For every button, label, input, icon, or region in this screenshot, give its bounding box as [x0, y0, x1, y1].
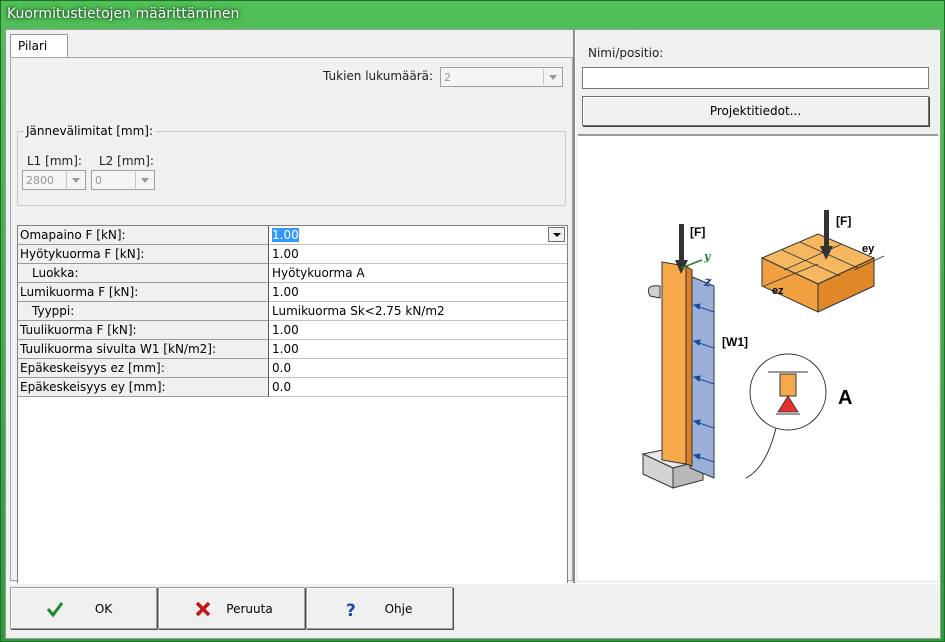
ez-label: ez — [772, 285, 784, 297]
grid-row-name: Lumikuorma F [kN]: — [18, 283, 269, 302]
button-bar: OK Peruuta ? Ohje — [6, 583, 940, 638]
grid-row-value[interactable]: Lumikuorma Sk<2.75 kN/m2 — [271, 302, 567, 321]
chevron-down-icon — [66, 172, 84, 188]
grid-row-value[interactable]: 1.00 — [271, 283, 567, 302]
grid-row-name: Tuulikuorma F [kN]: — [18, 321, 269, 340]
grid-row-value[interactable]: 1.00 — [271, 245, 567, 264]
grid-row-value[interactable]: 1.00 — [271, 340, 567, 359]
supports-label: Tukien lukumäärä: — [323, 69, 434, 83]
ey-label: ey — [862, 243, 875, 255]
grid-row[interactable]: Epäkeskeisyys ez [mm]: 0.0 — [18, 359, 567, 378]
window-title: Kuormitustietojen määrittäminen — [7, 6, 240, 22]
help-label: Ohje — [384, 602, 413, 616]
ok-button[interactable]: OK — [10, 587, 157, 629]
grid-row-name: Epäkeskeisyys ez [mm]: — [18, 359, 269, 378]
grid-row-name: Omapaino F [kN]: — [18, 226, 269, 245]
grid-row-value[interactable]: 1.00 — [271, 226, 567, 245]
name-label: Nimi/positio: — [588, 46, 664, 60]
dialog-window: Kuormitustietojen määrittäminen Pilari T… — [0, 0, 945, 642]
grid-row[interactable]: Tuulikuorma sivulta W1 [kN/m2]: 1.00 — [18, 340, 567, 359]
title-bar[interactable]: Kuormitustietojen määrittäminen — [1, 1, 944, 29]
wind-label: [W1] — [722, 335, 748, 349]
l1-select[interactable]: 2800 — [22, 170, 86, 190]
chevron-down-icon — [135, 172, 153, 188]
detail-a-label: A — [838, 387, 852, 409]
grid-row-name: Tuulikuorma sivulta W1 [kN/m2]: — [18, 340, 269, 359]
grid-row[interactable]: Omapaino F [kN]: 1.00 — [18, 226, 567, 245]
l1-label: L1 [mm]: — [27, 154, 82, 168]
selected-value[interactable]: 1.00 — [272, 228, 299, 242]
span-group-title: Jännevälimitat [mm]: — [24, 124, 155, 138]
column-illustration: [F] y z [W1] [F] ey ez A — [641, 210, 885, 489]
grid-row-value[interactable]: 0.0 — [271, 378, 567, 397]
dialog-client: Pilari Tukien lukumäärä: 2 Jännevälimita… — [5, 29, 941, 639]
axis-y-label: y — [703, 250, 712, 263]
help-button[interactable]: ? Ohje — [306, 587, 453, 629]
l2-value: 0 — [95, 174, 102, 187]
supports-value: 2 — [444, 71, 451, 84]
axis-z-label: z — [703, 275, 712, 290]
load-diagram: [F] y z [W1] [F] ey ez A — [578, 134, 938, 580]
grid-row-name: Tyyppi: — [18, 302, 269, 321]
l2-select[interactable]: 0 — [91, 170, 155, 190]
grid-row[interactable]: Tyyppi: Lumikuorma Sk<2.75 kN/m2 — [18, 302, 567, 321]
dropdown-button[interactable] — [548, 227, 565, 242]
property-grid: Omapaino F [kN]: 1.00 Hyötykuorma F [kN]… — [17, 225, 568, 588]
chevron-down-icon — [543, 69, 561, 85]
grid-row-name: Epäkeskeisyys ey [mm]: — [18, 378, 269, 397]
supports-select[interactable]: 2 — [440, 67, 563, 87]
grid-row[interactable]: Lumikuorma F [kN]: 1.00 — [18, 283, 567, 302]
cancel-button[interactable]: Peruuta — [158, 587, 305, 629]
span-group: Jännevälimitat [mm]: L1 [mm]: L2 [mm]: 2… — [17, 124, 566, 206]
grid-row-name: Hyötykuorma F [kN]: — [18, 245, 269, 264]
force-label-2: [F] — [836, 214, 851, 228]
force-label: [F] — [690, 225, 705, 239]
cancel-label: Peruuta — [226, 602, 273, 616]
tab-pilari[interactable]: Pilari — [10, 34, 68, 58]
l1-value: 2800 — [26, 174, 54, 187]
name-input[interactable] — [582, 67, 929, 89]
grid-row-value[interactable]: 1.00 — [271, 321, 567, 340]
left-panel: Pilari Tukien lukumäärä: 2 Jännevälimita… — [6, 30, 575, 588]
grid-row-name: Luokka: — [18, 264, 269, 283]
l2-label: L2 [mm]: — [99, 154, 154, 168]
grid-row[interactable]: Hyötykuorma F [kN]: 1.00 — [18, 245, 567, 264]
project-info-button[interactable]: Projektitiedot... — [582, 96, 929, 126]
grid-row-value[interactable]: Hyötykuorma A — [271, 264, 567, 283]
grid-row[interactable]: Epäkeskeisyys ey [mm]: 0.0 — [18, 378, 567, 397]
tab-page: Tukien lukumäärä: 2 Jännevälimitat [mm]:… — [10, 57, 573, 588]
grid-row[interactable]: Tuulikuorma F [kN]: 1.00 — [18, 321, 567, 340]
right-panel: Nimi/positio: Projektitiedot... [F] y z … — [575, 30, 940, 583]
grid-row[interactable]: Luokka: Hyötykuorma A — [18, 264, 567, 283]
ok-label: OK — [94, 602, 113, 616]
grid-row-value[interactable]: 0.0 — [271, 359, 567, 378]
